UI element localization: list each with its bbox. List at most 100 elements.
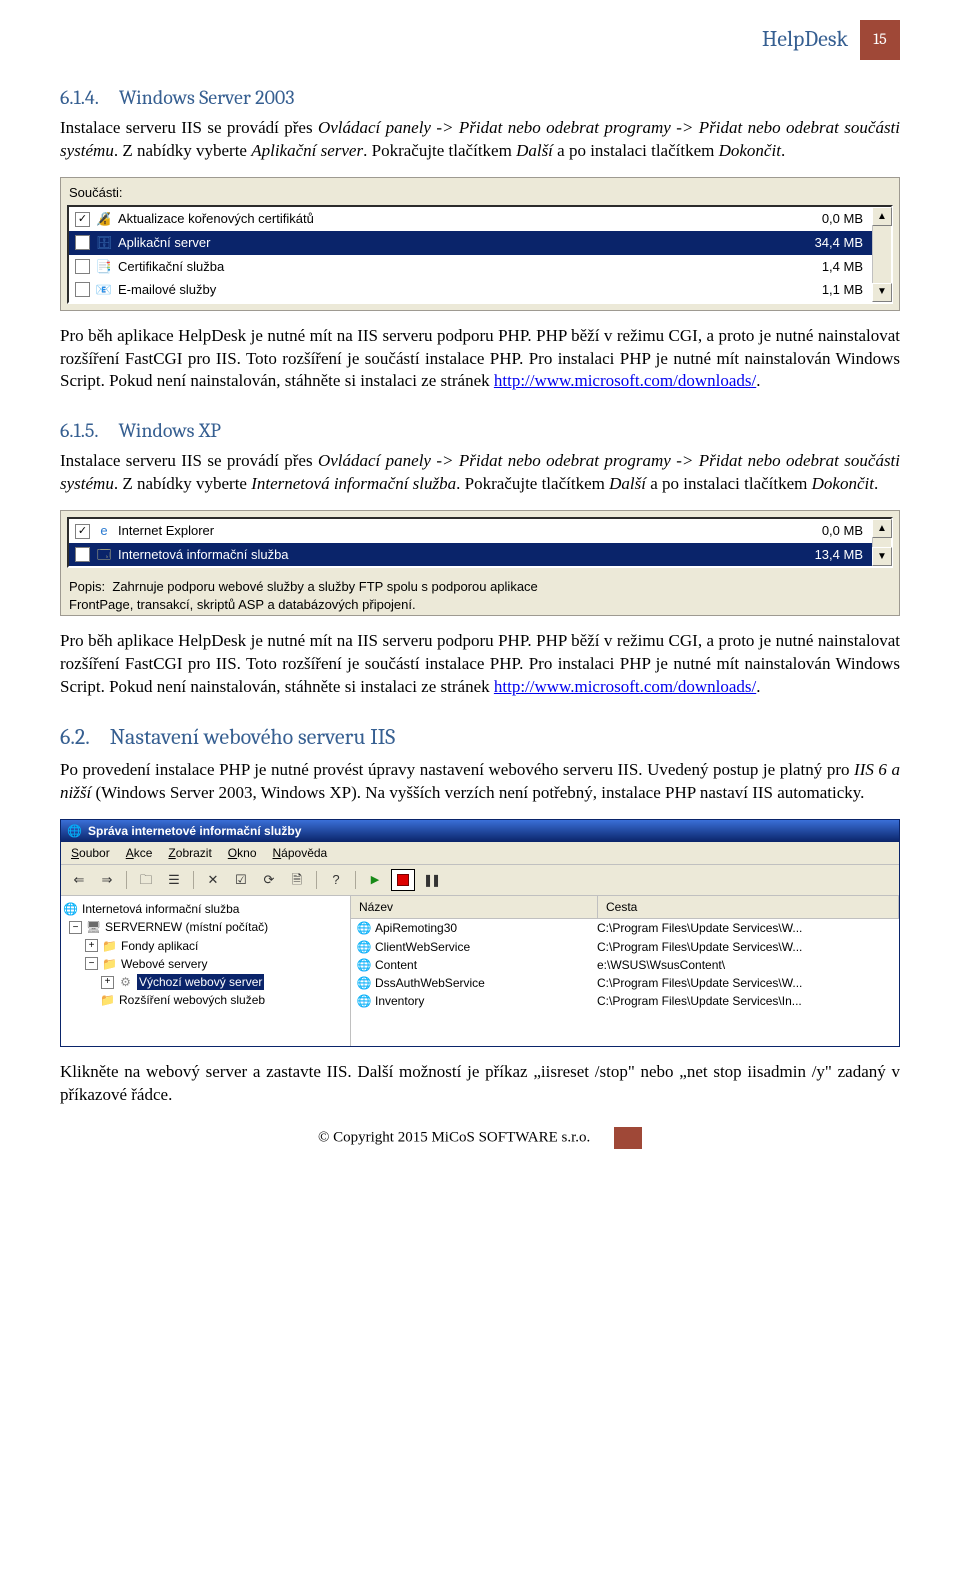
collapse-icon[interactable]: − <box>69 921 82 934</box>
list-item[interactable]: 📑Certifikační služba1,4 MB <box>69 255 873 279</box>
grid-col-name[interactable]: Název <box>351 896 598 918</box>
stop-icon[interactable] <box>391 869 415 891</box>
header-title: HelpDesk <box>762 25 848 55</box>
list-item[interactable]: 🔏Aktualizace kořenových certifikátů0,0 M… <box>69 207 873 231</box>
delete-icon[interactable]: ✕ <box>201 869 225 891</box>
list-item[interactable]: eInternet Explorer0,0 MB <box>69 519 873 543</box>
mmc-tree[interactable]: 🌐 Internetová informační služba − 🖥 SERV… <box>61 896 351 1046</box>
scroll-down-icon[interactable]: ▼ <box>872 283 892 302</box>
tree-server[interactable]: − 🖥 SERVERNEW (místní počítač) <box>63 918 348 936</box>
mmc-toolbar[interactable]: ⇐ ⇒ 🗀 ☰ ✕ ☑ ⟳ 🗎 ? ▶ ❚❚ <box>61 865 899 896</box>
list-item[interactable]: 🗔Internetová informační služba13,4 MB <box>69 543 873 567</box>
grid-row[interactable]: 🌐ClientWebServiceC:\Program Files\Update… <box>351 938 899 956</box>
properties-icon[interactable]: ☑ <box>229 869 253 891</box>
scrollbar[interactable]: ▲ ▼ <box>872 207 891 301</box>
page-header: HelpDesk 15 <box>60 0 900 60</box>
menu-item[interactable]: Akce <box>126 845 153 861</box>
text: Instalace serveru IIS se provádí přes <box>60 451 318 470</box>
description-text: Zahrnuje podporu webové služby a služby … <box>112 579 537 594</box>
grid-row[interactable]: 🌐ApiRemoting30C:\Program Files\Update Se… <box>351 919 899 937</box>
vdir-icon: 🌐 <box>357 922 371 936</box>
start-icon[interactable]: ▶ <box>363 869 387 891</box>
export-icon[interactable]: 🗎 <box>285 869 309 891</box>
grid-row[interactable]: 🌐 DssAuthWebService C:\Program Files\Updat… <box>351 974 899 992</box>
vdir-icon: 🌐 <box>357 958 371 972</box>
item-label: Aplikační server <box>118 234 210 252</box>
components-listbox[interactable]: 🔏Aktualizace kořenových certifikátů0,0 M… <box>67 205 893 303</box>
scroll-up-icon[interactable]: ▲ <box>872 207 892 226</box>
cell-path: C:\Program Files\Update Services\W... <box>595 975 899 991</box>
page-number-badge: 15 <box>860 20 900 60</box>
scroll-down-icon[interactable]: ▼ <box>872 547 892 566</box>
menu-item[interactable]: Nápověda <box>273 845 328 861</box>
vdir-icon: 🌐 <box>357 940 371 954</box>
scrollbar[interactable]: ▲ ▼ <box>872 519 891 566</box>
heading-614: 6.1.4.Windows Server 2003 <box>60 84 900 111</box>
menu-item[interactable]: Soubor <box>71 845 110 861</box>
grid-col-path[interactable]: Cesta <box>598 896 899 918</box>
forward-icon[interactable]: ⇒ <box>95 869 119 891</box>
checkbox[interactable] <box>75 235 90 250</box>
footer-badge <box>614 1127 642 1149</box>
downloads-link[interactable]: http://www.microsoft.com/downloads/ <box>494 677 756 696</box>
grid-header[interactable]: Název Cesta <box>351 896 899 919</box>
refresh-icon[interactable]: ⟳ <box>257 869 281 891</box>
ico-srv-icon: 🗄 <box>96 235 112 251</box>
item-size: 1,1 MB <box>822 281 867 299</box>
grid-row[interactable]: 🌐Contente:\WSUS\WsusContent\ <box>351 956 899 974</box>
text-italic: Dokončit <box>812 474 874 493</box>
item-label: Internet Explorer <box>118 522 214 540</box>
tree-item[interactable]: 📁 Rozšíření webových služeb <box>63 991 348 1009</box>
tree-label: Webové servery <box>121 956 207 972</box>
downloads-link[interactable]: http://www.microsoft.com/downloads/ <box>494 371 756 390</box>
pause-icon[interactable]: ❚❚ <box>419 869 443 891</box>
checkbox[interactable] <box>75 524 90 539</box>
mmc-menubar[interactable]: Soubor Akce Zobrazit Okno Nápověda <box>61 842 899 865</box>
checkbox[interactable] <box>75 547 90 562</box>
list-item[interactable]: 📧E-mailové služby1,1 MB <box>69 278 873 302</box>
text: . Z nabídky vyberte <box>114 474 251 493</box>
components-listbox-2[interactable]: eInternet Explorer0,0 MB🗔Internetová inf… <box>67 517 893 568</box>
menu-item[interactable]: Zobrazit <box>168 845 211 861</box>
tree-item[interactable]: + 📁 Fondy aplikací <box>63 937 348 955</box>
text: . <box>756 677 760 696</box>
grid-row[interactable]: 🌐InventoryC:\Program Files\Update Servic… <box>351 992 899 1010</box>
list-icon[interactable]: ☰ <box>162 869 186 891</box>
heading-number: 6.1.4. <box>60 86 99 109</box>
description-block: Popis: Zahrnuje podporu webové služby a … <box>61 574 899 615</box>
paragraph-after-c1: Pro běh aplikace HelpDesk je nutné mít n… <box>60 325 900 394</box>
expand-icon[interactable]: + <box>85 939 98 952</box>
ico-cert-icon: 🔏 <box>96 211 112 227</box>
menu-item[interactable]: Okno <box>228 845 257 861</box>
text: . Pokračujte tlačítkem <box>363 141 516 160</box>
tree-root[interactable]: 🌐 Internetová informační služba <box>63 900 348 918</box>
checkbox[interactable] <box>75 212 90 227</box>
server-icon: 🖥 <box>86 920 101 935</box>
checkbox[interactable] <box>75 259 90 274</box>
components-panel-1: Součásti: 🔏Aktualizace kořenových certif… <box>60 177 900 311</box>
scroll-up-icon[interactable]: ▲ <box>872 519 892 538</box>
list-item[interactable]: 🗄 Aplikační server 34,4 MB <box>69 231 873 255</box>
paragraph-after-c2: Pro běh aplikace HelpDesk je nutné mít n… <box>60 630 900 699</box>
item-size: 34,4 MB <box>815 234 867 252</box>
vdir-icon: 🌐 <box>357 976 371 990</box>
tree-item-selected[interactable]: + ⚙ Výchozí webový server <box>63 973 348 991</box>
mmc-title: Správa internetové informační služby <box>88 823 301 839</box>
help-icon[interactable]: ? <box>324 869 348 891</box>
paragraph-615: Instalace serveru IIS se provádí přes Ov… <box>60 450 900 496</box>
text: . Z nabídky vyberte <box>114 141 251 160</box>
back-icon[interactable]: ⇐ <box>67 869 91 891</box>
cell-name: DssAuthWebService <box>375 975 485 991</box>
expand-icon[interactable]: + <box>101 976 114 989</box>
site-icon: ⚙ <box>118 975 133 990</box>
checkbox[interactable] <box>75 282 90 297</box>
mmc-grid[interactable]: Název Cesta 🌐ApiRemoting30C:\Program Fil… <box>351 896 899 1046</box>
tree-item[interactable]: − 📁 Webové servery <box>63 955 348 973</box>
mmc-body: 🌐 Internetová informační služba − 🖥 SERV… <box>61 896 899 1046</box>
item-label: Internetová informační služba <box>118 546 289 564</box>
text: . <box>756 371 760 390</box>
up-icon[interactable]: 🗀 <box>134 869 158 891</box>
folder-icon: 📁 <box>102 938 117 953</box>
collapse-icon[interactable]: − <box>85 957 98 970</box>
heading-number: 6.2. <box>60 724 90 750</box>
